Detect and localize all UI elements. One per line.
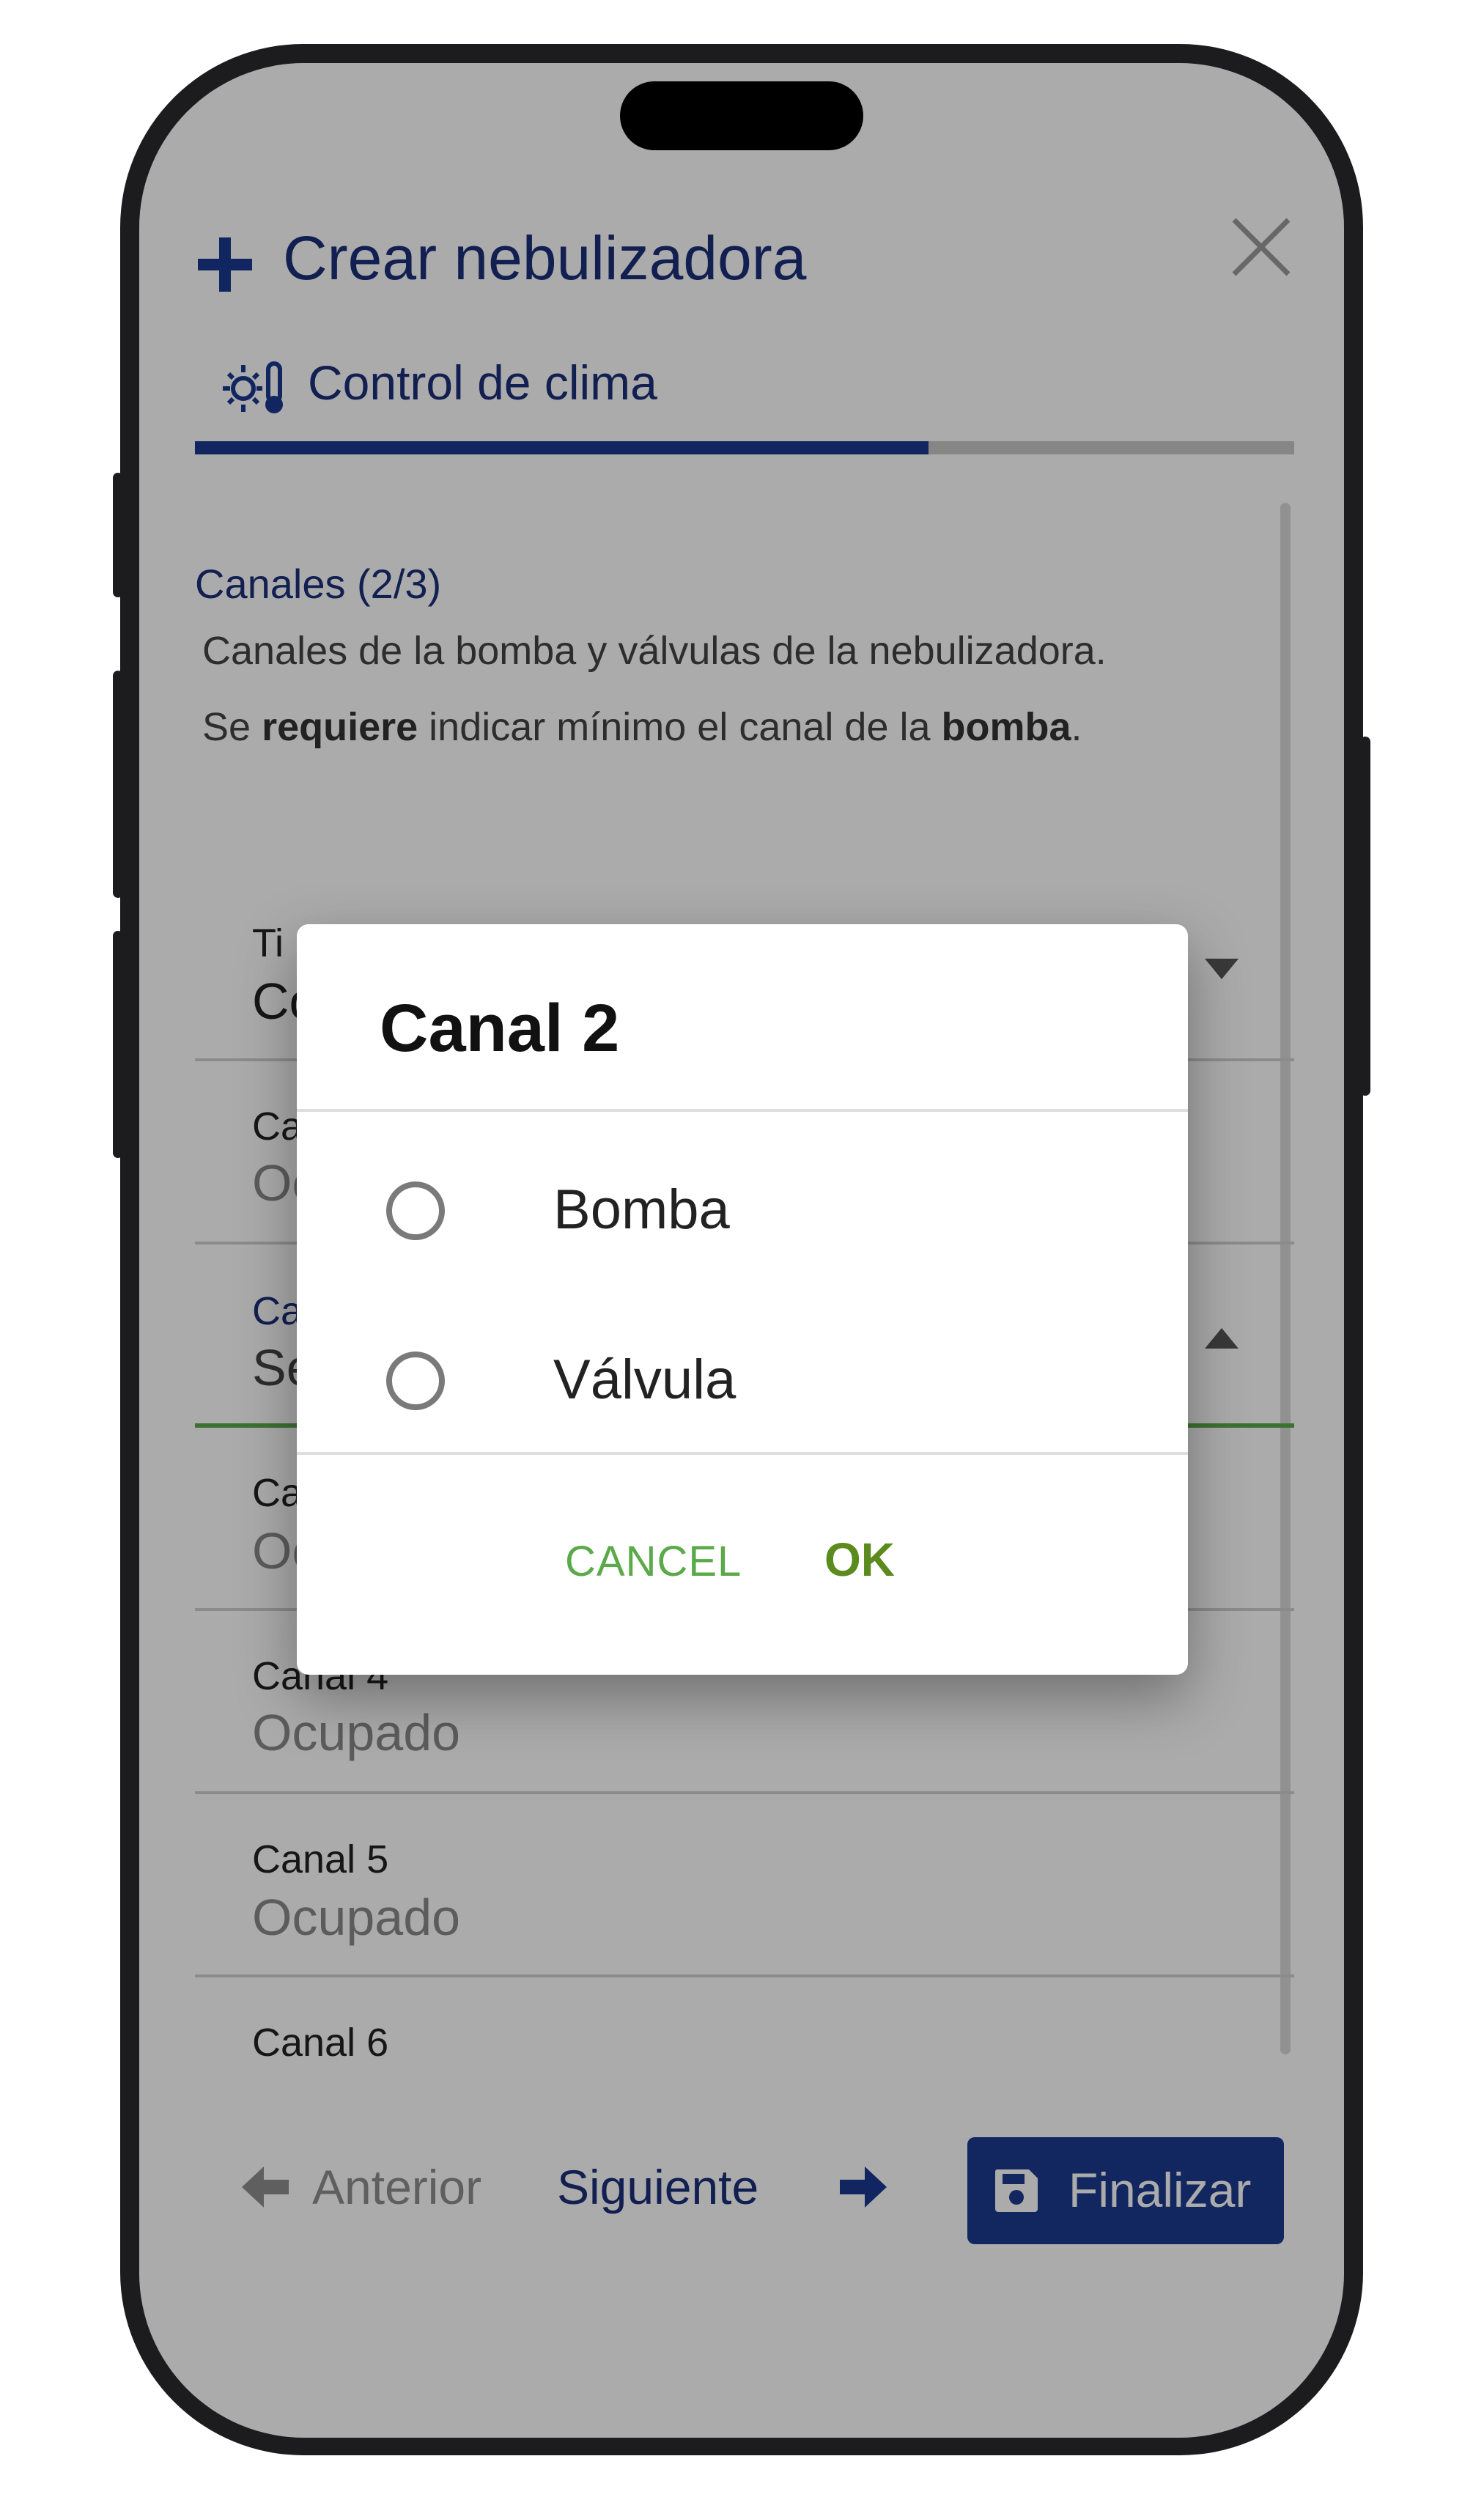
side-button-volume-down (113, 931, 123, 1158)
side-button-volume-up (113, 671, 123, 898)
radio-valvula[interactable] (386, 1352, 445, 1410)
cancel-button[interactable]: CANCEL (565, 1537, 742, 1586)
side-button-mute (113, 473, 123, 597)
channel-dialog: Canal 2 Bomba Válvula CANCEL OK (297, 924, 1188, 1675)
dialog-title: Canal 2 (380, 991, 620, 1066)
camera-notch (620, 81, 863, 150)
dialog-divider-bottom (297, 1452, 1188, 1455)
dialog-divider-top (297, 1109, 1188, 1112)
option-valvula-label[interactable]: Válvula (553, 1348, 736, 1412)
option-bomba-label[interactable]: Bomba (553, 1178, 730, 1242)
app-screen: Crear nebulizadora Control de clima Cana… (139, 63, 1344, 2438)
radio-bomba[interactable] (386, 1181, 445, 1240)
side-button-power (1360, 737, 1370, 1096)
ok-button[interactable]: OK (824, 1533, 895, 1587)
